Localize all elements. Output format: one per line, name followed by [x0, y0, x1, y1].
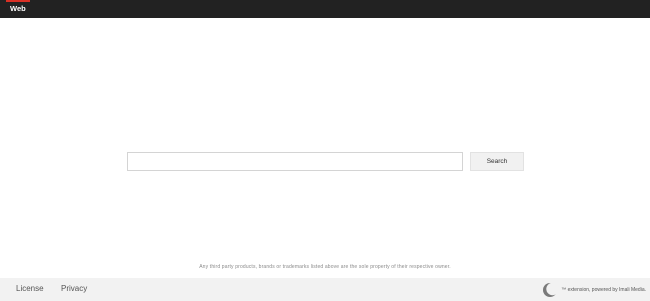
license-link[interactable]: License [16, 278, 44, 300]
tab-active-indicator [6, 0, 30, 2]
search-button[interactable]: Search [470, 152, 524, 171]
powered-by-text: ™ extension, powered by Imali Media. [561, 286, 646, 293]
tab-web[interactable]: Web [6, 0, 30, 18]
brand-credit: ™ extension, powered by Imali Media. [542, 282, 646, 297]
footer: License Privacy ™ extension, powered by … [0, 278, 650, 301]
tab-web-label: Web [10, 4, 26, 13]
crescent-moon-icon [543, 282, 559, 297]
trademark-disclaimer: Any third party products, brands or trad… [199, 264, 451, 270]
search-input[interactable] [127, 152, 463, 171]
top-nav-bar: Web [0, 0, 650, 18]
privacy-link[interactable]: Privacy [61, 278, 87, 300]
